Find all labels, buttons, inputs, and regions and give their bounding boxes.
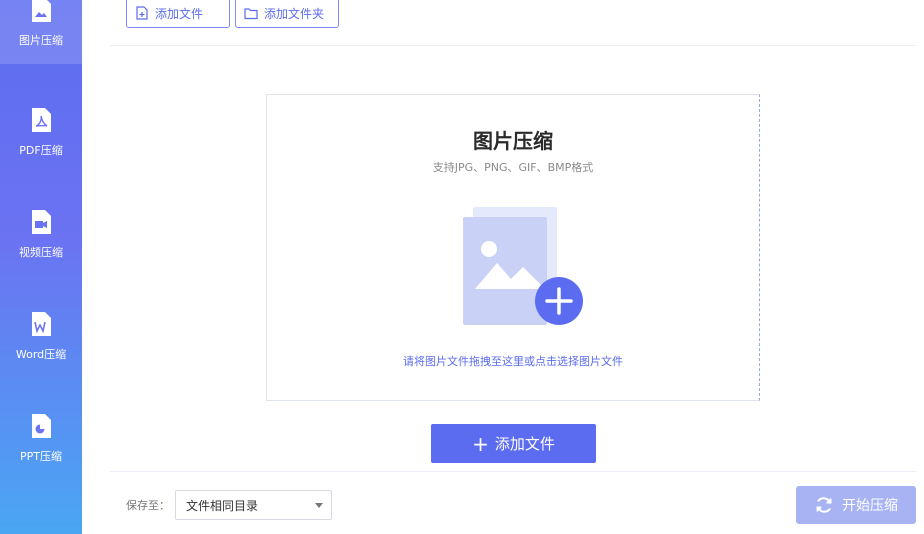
save-location-select[interactable]: 文件相同目录	[175, 490, 332, 520]
add-file-big-label: 添加文件	[494, 435, 555, 453]
sidebar: 图片压缩 PDF压缩 视频压缩 Word压缩 PPT压缩	[0, 0, 82, 534]
add-file-button[interactable]: 添加文件	[126, 0, 230, 28]
start-compress-label: 开始压缩	[842, 498, 898, 514]
app-window: 图片压缩 PDF压缩 视频压缩 Word压缩 PPT压缩 添加文件 添加文件夹 …	[0, 0, 924, 534]
plus-icon: +	[472, 431, 489, 456]
drop-zone-hint: 请将图片文件拖拽至这里或点击选择图片文件	[403, 355, 623, 368]
sidebar-item-image-compress[interactable]: 图片压缩	[0, 0, 82, 64]
image-upload-icon	[463, 207, 583, 325]
sidebar-item-label: 图片压缩	[19, 33, 63, 47]
add-folder-button[interactable]: 添加文件夹	[235, 0, 339, 28]
video-file-icon	[32, 209, 51, 234]
word-file-icon	[32, 311, 51, 336]
sidebar-item-label: PPT压缩	[20, 449, 62, 463]
add-folder-label: 添加文件夹	[264, 6, 325, 21]
chevron-down-icon	[315, 503, 323, 508]
image-file-icon	[32, 0, 51, 22]
save-location-label: 保存至：	[126, 499, 170, 512]
save-location-value: 文件相同目录	[186, 498, 259, 513]
pdf-file-icon	[32, 107, 51, 132]
sidebar-item-word-compress[interactable]: Word压缩	[0, 294, 82, 378]
ppt-file-icon	[32, 413, 51, 438]
add-file-icon	[136, 6, 148, 20]
sidebar-item-ppt-compress[interactable]: PPT压缩	[0, 396, 82, 480]
sidebar-item-video-compress[interactable]: 视频压缩	[0, 192, 82, 276]
add-file-big-button[interactable]: + 添加文件	[431, 424, 596, 463]
sidebar-item-label: 视频压缩	[19, 245, 63, 259]
start-compress-button[interactable]: 开始压缩	[796, 486, 916, 524]
drop-zone-subtitle: 支持JPG、PNG、GIF、BMP格式	[432, 161, 594, 174]
sidebar-item-label: Word压缩	[15, 347, 67, 361]
refresh-icon	[816, 497, 832, 513]
drop-zone-title: 图片压缩	[473, 129, 553, 153]
add-file-label: 添加文件	[155, 6, 204, 21]
sidebar-item-label: PDF压缩	[19, 143, 63, 157]
toolbar: 添加文件 添加文件夹	[110, 0, 916, 46]
folder-icon	[244, 8, 258, 20]
sidebar-item-pdf-compress[interactable]: PDF压缩	[0, 90, 82, 174]
drop-zone[interactable]: 图片压缩 支持JPG、PNG、GIF、BMP格式 请将图片文件拖拽至这里或点击选…	[266, 94, 760, 401]
